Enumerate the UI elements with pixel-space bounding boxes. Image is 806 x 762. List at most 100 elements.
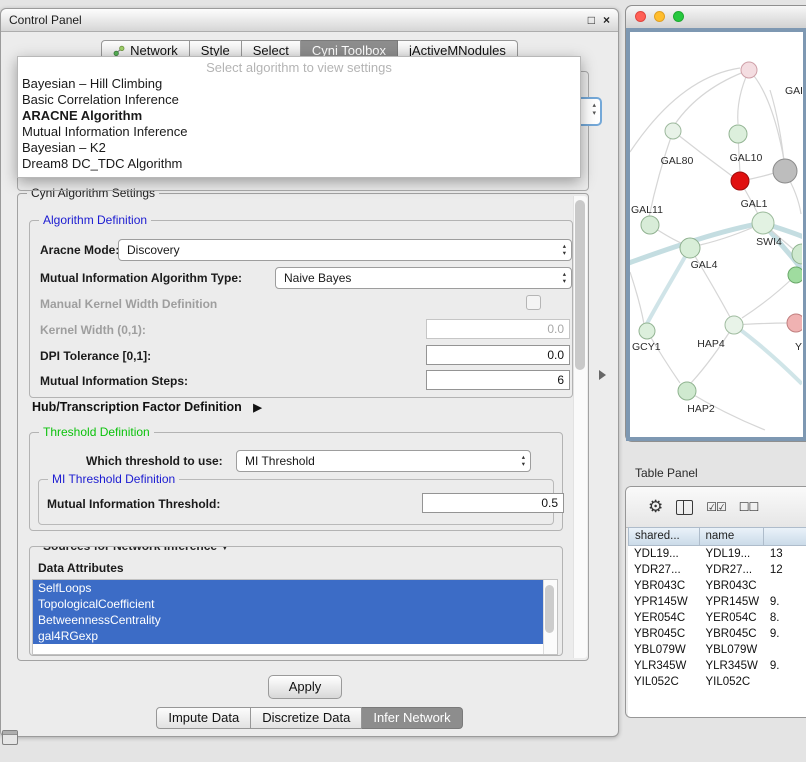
minimize-traffic-light-icon[interactable] xyxy=(654,11,665,22)
which-threshold-combobox[interactable]: MI Threshold ▴▾ xyxy=(236,450,531,472)
node-label: SWI4 xyxy=(756,236,782,248)
network-window-titlebar[interactable] xyxy=(626,6,806,29)
combo-arrows-icon: ▴▾ xyxy=(522,454,525,468)
node-hap2[interactable] xyxy=(678,382,696,400)
dpi-tolerance-field[interactable] xyxy=(426,345,570,365)
deselect-all-icon[interactable]: ☐☐ xyxy=(739,500,759,514)
node-gal4[interactable] xyxy=(680,238,700,258)
combo-value: Discovery xyxy=(127,240,180,260)
combo-value: MI Threshold xyxy=(245,451,315,471)
apply-button[interactable]: Apply xyxy=(268,675,342,699)
table-row[interactable]: YIL052C YIL052C xyxy=(628,674,806,690)
mi-steps-label: Mutual Information Steps: xyxy=(40,374,188,388)
cell: YPR145W xyxy=(628,594,699,610)
sources-legend: Sources for Network Inference xyxy=(43,546,217,553)
node-highlighted-red[interactable] xyxy=(731,172,749,190)
dropdown-item-selected[interactable]: ARACNE Algorithm xyxy=(18,108,580,124)
cell: YBR043C xyxy=(628,578,699,594)
node-label: GAL1 xyxy=(741,198,768,210)
hub-definition-expander[interactable]: Hub/Transcription Factor Definition ▶ xyxy=(32,400,262,414)
dropdown-item[interactable]: Dream8 DC_TDC Algorithm xyxy=(18,156,580,172)
tab-impute-data[interactable]: Impute Data xyxy=(156,707,251,729)
attribute-item-selected[interactable]: TopologicalCoefficient xyxy=(33,596,544,612)
sources-expander[interactable]: Sources for Network Inference ▼ xyxy=(39,546,233,553)
cell: 9. xyxy=(764,626,806,642)
collapsed-panel-icon[interactable] xyxy=(2,730,18,745)
cell: YDL19... xyxy=(699,546,763,562)
settings-scrollbar[interactable] xyxy=(573,196,587,658)
mi-threshold-field[interactable] xyxy=(422,493,564,513)
tab-label: Impute Data xyxy=(168,708,239,728)
table-row[interactable]: YLR345W YLR345W 9. xyxy=(628,658,806,674)
cell: 12 xyxy=(764,562,806,578)
float-window-icon[interactable]: □ xyxy=(588,13,595,27)
aracne-mode-label: Aracne Mode: xyxy=(40,243,119,257)
table-row[interactable]: YDR27... YDR27... 12 xyxy=(628,562,806,578)
dropdown-item[interactable]: Bayesian – K2 xyxy=(18,140,580,156)
group-legend: Threshold Definition xyxy=(39,425,154,439)
node-bright-green[interactable] xyxy=(788,267,802,283)
algorithm-definition-group: Algorithm Definition Aracne Mode: Discov… xyxy=(29,220,573,398)
zoom-traffic-light-icon[interactable] xyxy=(673,11,684,22)
node-hap4[interactable] xyxy=(725,316,743,334)
cell: YDL19... xyxy=(628,546,699,562)
control-panel-titlebar[interactable]: Control Panel □ × xyxy=(1,9,618,32)
tab-label: Infer Network xyxy=(373,708,450,728)
panel-splitter-arrow[interactable] xyxy=(599,370,606,380)
tab-discretize-data[interactable]: Discretize Data xyxy=(251,707,362,729)
combo-arrows-icon: ▴▾ xyxy=(563,271,566,285)
node-gal1[interactable] xyxy=(752,212,774,234)
node-gray[interactable] xyxy=(773,159,797,183)
node-gcy1[interactable] xyxy=(639,323,655,339)
manual-kernel-width-checkbox[interactable] xyxy=(526,295,541,310)
node-gal10[interactable] xyxy=(729,125,747,143)
table-row[interactable]: YBR043C YBR043C xyxy=(628,578,806,594)
table-row[interactable]: YPR145W YPR145W 9. xyxy=(628,594,806,610)
node-label: GCY1 xyxy=(632,341,661,353)
hub-definition-label: Hub/Transcription Factor Definition xyxy=(32,400,242,414)
close-window-icon[interactable]: × xyxy=(603,13,610,27)
table-row[interactable]: YER054C YER054C 8. xyxy=(628,610,806,626)
node-label: GAL10 xyxy=(730,152,763,164)
column-header-cut[interactable] xyxy=(764,527,806,546)
select-all-icon[interactable]: ☑☑ xyxy=(706,500,726,514)
mi-algorithm-type-combobox[interactable]: Naive Bayes ▴▾ xyxy=(275,267,572,289)
node-gal80[interactable] xyxy=(665,123,681,139)
table-row[interactable]: YBR045C YBR045C 9. xyxy=(628,626,806,642)
network-canvas[interactable]: GAL GAL80 GAL10 GAL11 GAL1 SWI4 GAL4 GCY… xyxy=(626,28,806,441)
aracne-mode-combobox[interactable]: Discovery ▴▾ xyxy=(118,239,572,261)
attribute-item-selected[interactable]: gal4RGexp xyxy=(33,628,544,644)
node-pink-top[interactable] xyxy=(741,62,757,78)
mini-window-titlebar xyxy=(3,731,17,735)
gear-icon[interactable]: ⚙ xyxy=(648,497,663,517)
dpi-tolerance-label: DPI Tolerance [0,1]: xyxy=(40,349,151,363)
column-header-name[interactable]: name xyxy=(700,527,764,546)
cell: YBR045C xyxy=(699,626,763,642)
network-node-labels: GAL GAL80 GAL10 GAL11 GAL1 SWI4 GAL4 GCY… xyxy=(631,85,802,415)
dropdown-item[interactable]: Mutual Information Inference xyxy=(18,124,580,140)
cell xyxy=(764,674,806,690)
tab-label: Discretize Data xyxy=(262,708,350,728)
table-row[interactable]: YDL19... YDL19... 13 xyxy=(628,546,806,562)
cell: YBR045C xyxy=(628,626,699,642)
table-row[interactable]: YBL079W YBL079W xyxy=(628,642,806,658)
tab-infer-network[interactable]: Infer Network xyxy=(362,707,462,729)
node-pink-right[interactable] xyxy=(787,314,802,332)
node-gal11[interactable] xyxy=(641,216,659,234)
table-header-row: shared... name xyxy=(628,527,806,546)
threshold-definition-group: Threshold Definition Which threshold to … xyxy=(29,432,563,531)
attribute-list-scrollbar[interactable] xyxy=(543,580,557,654)
chevron-down-icon: ▼ xyxy=(220,546,229,552)
attribute-item-selected[interactable]: BetweennessCentrality xyxy=(33,612,544,628)
mi-steps-field[interactable] xyxy=(426,370,570,390)
scrollbar-thumb[interactable] xyxy=(575,200,585,370)
close-traffic-light-icon[interactable] xyxy=(635,11,646,22)
column-header-shared[interactable]: shared... xyxy=(628,527,700,546)
attribute-item-selected[interactable]: SelfLoops xyxy=(33,580,544,596)
scrollbar-thumb[interactable] xyxy=(545,585,554,633)
kernel-width-field[interactable] xyxy=(426,319,570,339)
columns-icon[interactable] xyxy=(676,500,693,515)
dropdown-item[interactable]: Basic Correlation Inference xyxy=(18,92,580,108)
dropdown-item[interactable]: Bayesian – Hill Climbing xyxy=(18,76,580,92)
data-attributes-label: Data Attributes xyxy=(38,561,124,575)
